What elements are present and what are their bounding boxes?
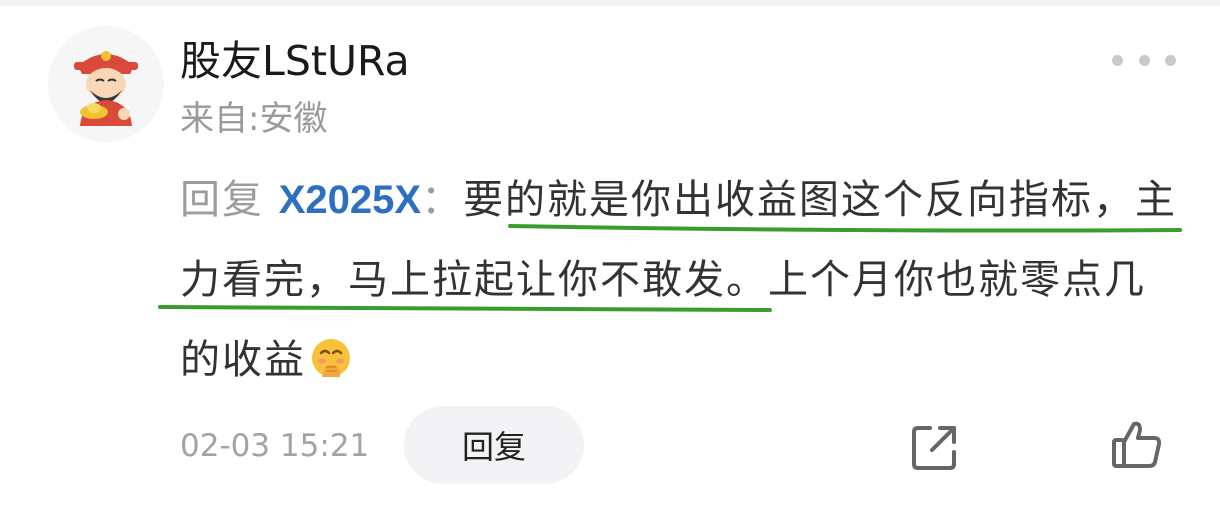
reply-colon: ： — [421, 177, 464, 223]
reply-button[interactable]: 回复 — [404, 406, 584, 484]
more-dot — [1165, 54, 1176, 66]
thumbs-up-icon[interactable] — [1108, 416, 1166, 474]
more-dot — [1112, 54, 1123, 66]
snickering-face-emoji-icon — [312, 339, 350, 377]
comment-card: 股友LStURa 来自:安徽 回复 X2025X：要的就是你出收益图这个反向指标… — [0, 0, 1220, 526]
god-of-wealth-avatar-icon — [48, 26, 164, 142]
more-dot — [1138, 54, 1150, 66]
comment-body: 回复 X2025X：要的就是你出收益图这个反向指标，主力看完，马上拉起让你不敢发… — [180, 160, 1180, 400]
more-horizontal-icon[interactable] — [1112, 50, 1176, 70]
username[interactable]: 股友LStURa — [180, 32, 410, 90]
timestamp: 02-03 15:21 — [180, 428, 370, 464]
top-divider — [0, 0, 1220, 6]
location-label: 来自:安徽 — [180, 99, 328, 139]
green-underline-annotation — [508, 224, 1182, 233]
share-icon[interactable] — [908, 420, 962, 474]
reply-prefix: 回复 — [180, 177, 264, 223]
avatar[interactable] — [48, 26, 164, 142]
mention-link[interactable]: X2025X — [279, 178, 421, 222]
green-underline-annotation — [158, 305, 772, 312]
